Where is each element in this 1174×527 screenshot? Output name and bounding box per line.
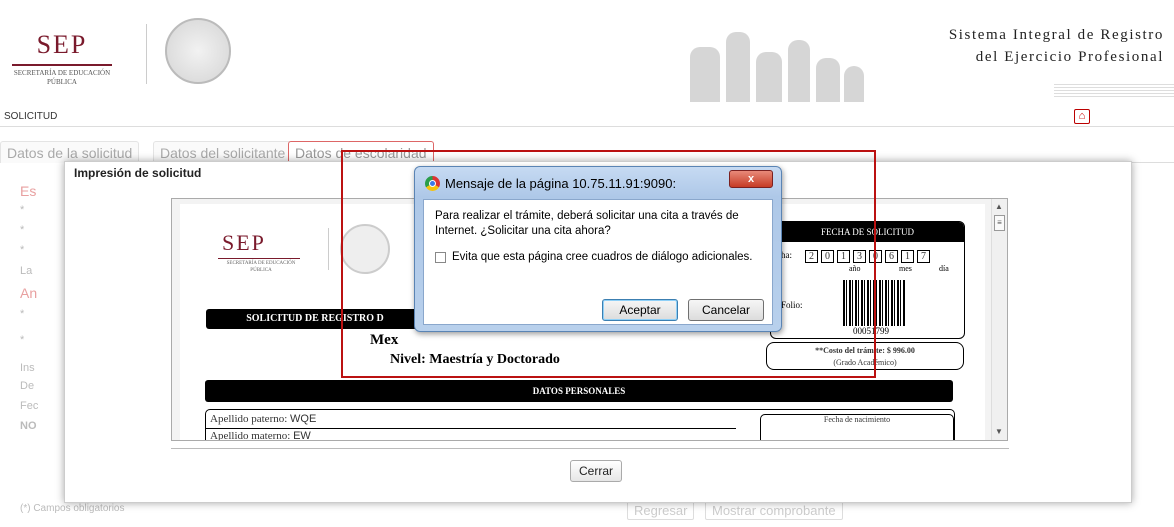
bg-text: De <box>20 380 35 392</box>
app-title: Sistema Integral de Registro del Ejercic… <box>834 24 1164 68</box>
bg-section-heading: Es <box>20 183 37 199</box>
birthdate-label: Fecha de nacimiento <box>823 415 891 424</box>
modal-divider <box>171 448 1009 449</box>
header-stripe <box>1054 84 1174 98</box>
personal-data-bar: DATOS PERSONALES <box>205 380 953 402</box>
scroll-down-icon[interactable]: ▼ <box>995 427 1003 436</box>
chrome-icon <box>425 176 440 191</box>
personal-data-box: Apellido paterno: WQE Apellido materno: … <box>205 409 955 441</box>
bg-section-heading: An <box>20 285 38 301</box>
app-title-line2: del Ejercicio Profesional <box>975 49 1164 65</box>
suppress-dialogs-label: Evita que esta página cree cuadros de di… <box>452 251 753 263</box>
cancel-button[interactable]: Cancelar <box>688 299 764 321</box>
maternal-surname-row: Apellido materno: EW <box>210 430 311 441</box>
bg-bullet: * <box>20 244 25 256</box>
paternal-surname-value: WQE <box>290 413 317 425</box>
bg-text: Fec <box>20 400 39 412</box>
doc-sep-subtitle: SECRETARÍA DE EDUCACIÓN PÚBLICA <box>226 261 296 273</box>
sep-logo: SEP SECRETARÍA DE EDUCACIÓN PÚBLICA <box>12 30 127 102</box>
required-fields-note: (*) Campos obligatorios <box>20 503 125 514</box>
bg-text: La <box>20 265 33 277</box>
modal-title: Impresión de solicitud <box>74 166 202 180</box>
suppress-dialogs-option[interactable]: Evita que esta página cree cuadros de di… <box>435 251 752 263</box>
accept-button[interactable]: Aceptar <box>602 299 678 321</box>
document-scrollbar[interactable]: ▲ ≡ ▼ <box>991 199 1007 440</box>
maternal-surname-label: Apellido materno: <box>210 430 291 441</box>
bg-bullet: * <box>20 308 25 320</box>
sep-logo-text: SEP <box>36 30 88 59</box>
date-digit: 7 <box>917 250 930 263</box>
dialog-body: Para realizar el trámite, deberá solicit… <box>423 199 773 325</box>
date-digit: 1 <box>901 250 914 263</box>
bg-text: Ins <box>20 362 35 374</box>
page-header: SEP SECRETARÍA DE EDUCACIÓN PÚBLICA Sist… <box>0 0 1174 105</box>
birthdate-box: Fecha de nacimiento <box>760 414 954 440</box>
tab-datos-solicitante[interactable]: Datos del solicitante <box>153 141 293 163</box>
national-seal-icon <box>165 18 231 84</box>
dialog-message: Para realizar el trámite, deberá solicit… <box>435 210 739 237</box>
close-button[interactable]: Cerrar <box>570 460 622 482</box>
doc-sep-logo: SEP <box>222 230 266 255</box>
date-digit: 6 <box>885 250 898 263</box>
browser-confirm-dialog: Mensaje de la página 10.75.11.91:9090: x… <box>414 166 782 332</box>
date-day-label: día <box>939 264 949 273</box>
paternal-surname-row: Apellido paterno: WQE <box>210 413 316 425</box>
scroll-thumb[interactable]: ≡ <box>994 215 1005 231</box>
paternal-surname-label: Apellido paterno: <box>210 413 288 425</box>
dialog-title: Mensaje de la página 10.75.11.91:9090: <box>445 176 677 191</box>
bg-bullet: * <box>20 204 25 216</box>
section-label: SOLICITUD <box>4 111 58 122</box>
dialog-close-button[interactable]: x <box>729 170 773 188</box>
scroll-up-icon[interactable]: ▲ <box>995 202 1003 211</box>
logo-divider <box>146 24 147 84</box>
maternal-surname-value: EW <box>293 430 311 441</box>
bg-bullet: * <box>20 224 25 236</box>
show-receipt-button[interactable]: Mostrar comprobante <box>705 500 843 520</box>
bg-bullet: * <box>20 334 25 346</box>
suppress-dialogs-checkbox[interactable] <box>435 251 446 263</box>
app-title-line1: Sistema Integral de Registro <box>948 27 1164 43</box>
back-button[interactable]: Regresar <box>627 500 695 520</box>
bg-text: NO <box>20 420 37 432</box>
section-bar: SOLICITUD ⌂ <box>0 107 1174 127</box>
home-icon[interactable]: ⌂ <box>1074 109 1090 124</box>
sep-logo-subtitle: SECRETARÍA DE EDUCACIÓN PÚBLICA <box>13 69 111 86</box>
date-month-label: mes <box>899 264 912 273</box>
tab-datos-solicitud[interactable]: Datos de la solicitud <box>0 141 140 163</box>
